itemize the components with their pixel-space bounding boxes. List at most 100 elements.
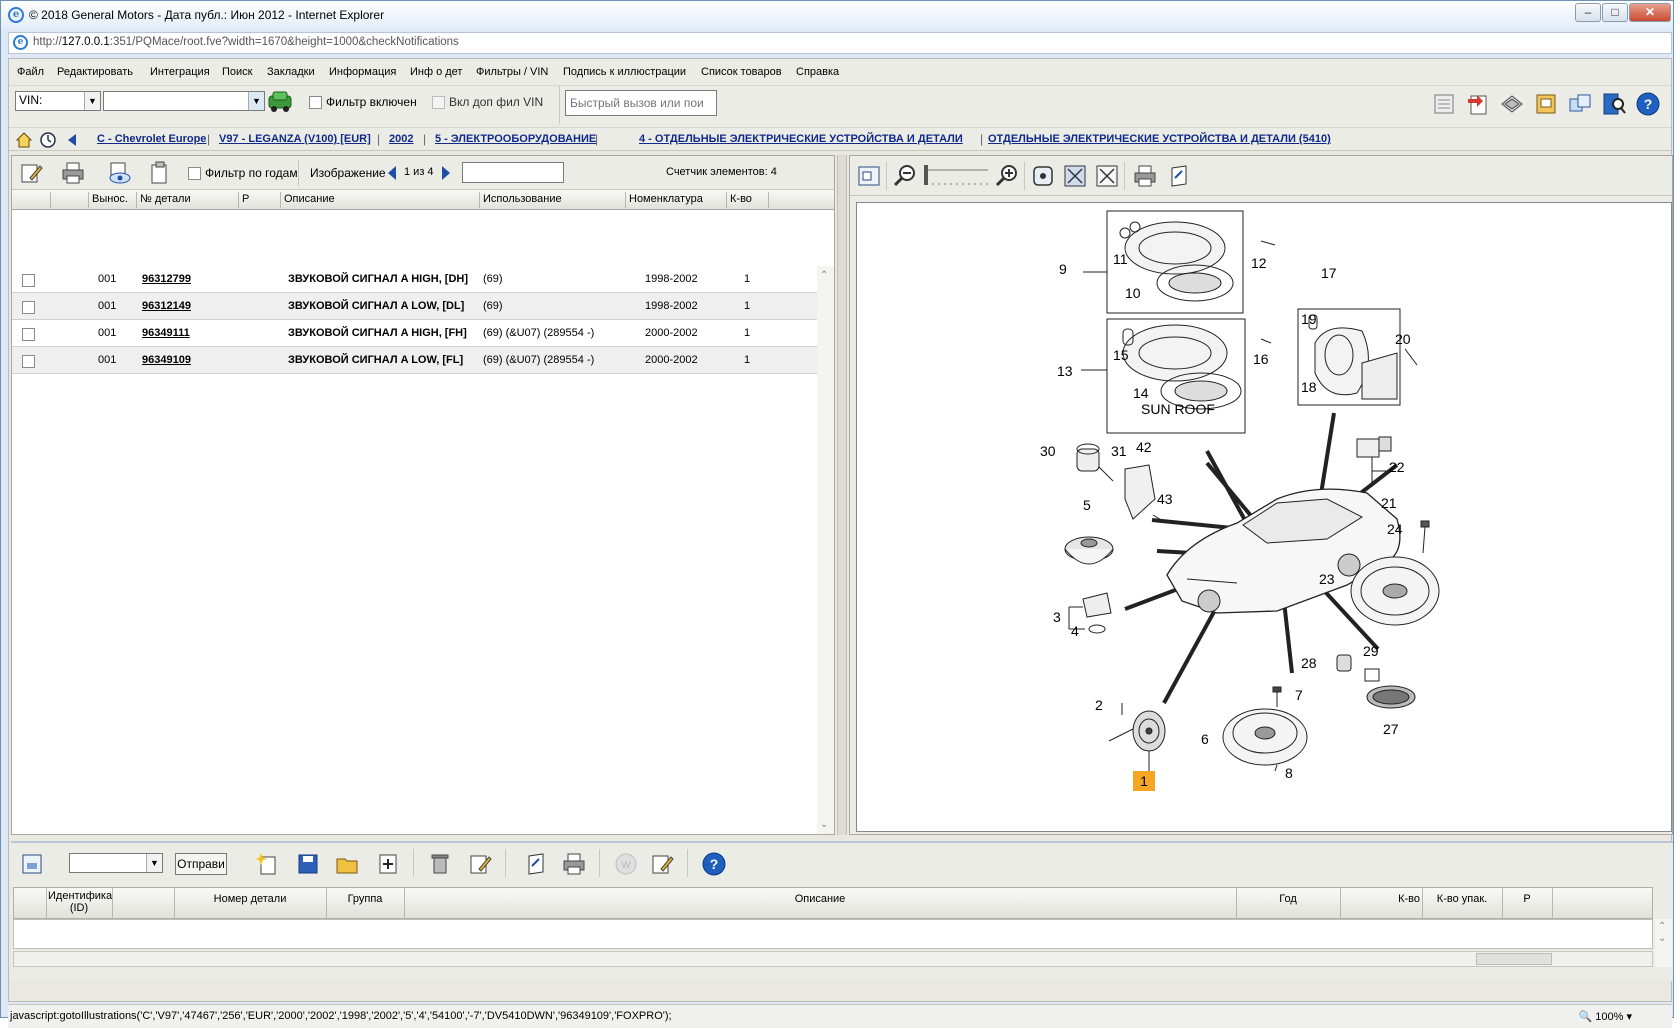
row-part-number-link[interactable]: 96349109 [142,354,191,366]
table-row[interactable]: 001 96312149 ЗВУКОВОЙ СИГНАЛ A LOW, [DL]… [12,293,822,320]
menu-integration[interactable]: Интеграция [150,66,210,78]
col-qty[interactable]: К-во [1342,893,1420,905]
breadcrumb-group[interactable]: 5 - ЭЛЕКТРООБОРУДОВАНИЕ [435,133,596,145]
vin-select[interactable]: VIN: ▼ [15,91,101,111]
callout-19[interactable]: 19 [1301,311,1317,327]
send-button[interactable]: Отправи [175,853,227,875]
edit-note-icon[interactable] [18,160,44,186]
note-icon[interactable] [523,851,549,877]
col-part-number[interactable]: № детали [140,193,191,205]
print-illustration-icon[interactable] [1132,163,1158,189]
callout-18[interactable]: 18 [1301,379,1317,395]
callout-6[interactable]: 6 [1201,731,1209,747]
vin-filter-checkbox[interactable] [432,96,445,109]
callout-28[interactable]: 28 [1301,655,1317,671]
order-vertical-scrollbar[interactable]: ⌃ ⌄ [1655,919,1672,967]
pane-splitter[interactable] [837,155,847,835]
delete-trash-icon[interactable] [427,851,453,877]
fit-all-icon[interactable] [1030,163,1056,189]
menu-illustration-caption[interactable]: Подпись к иллюстрации [563,66,686,78]
close-button[interactable]: ✕ [1629,3,1671,22]
callout-27[interactable]: 27 [1383,721,1399,737]
callout-24[interactable]: 24 [1387,521,1403,537]
quick-call-input[interactable] [565,90,717,116]
next-image-icon[interactable] [440,165,452,181]
scroll-up-icon[interactable]: ⌃ [820,270,828,281]
vin-input[interactable]: ▼ [103,91,265,111]
callout-4[interactable]: 4 [1071,623,1079,639]
callout-13[interactable]: 13 [1057,363,1073,379]
callout-23[interactable]: 23 [1319,571,1335,587]
clipboard-icon[interactable] [146,160,172,186]
callout-2[interactable]: 2 [1095,697,1103,713]
fit-height-icon[interactable] [1094,163,1120,189]
callout-15[interactable]: 15 [1113,347,1129,363]
callout-8[interactable]: 8 [1285,765,1293,781]
scrollbar-thumb[interactable] [1476,953,1552,965]
callout-11[interactable]: 11 [1113,251,1128,267]
open-folder-icon[interactable] [335,851,361,877]
save-icon[interactable] [295,851,321,877]
menu-goods-list[interactable]: Список товаров [701,66,782,78]
breadcrumb-subgroup[interactable]: 4 - ОТДЕЛЬНЫЕ ЭЛЕКТРИЧЕСКИЕ УСТРОЙСТВА И… [639,133,963,145]
col-p[interactable]: Р [1504,893,1550,905]
col-callout[interactable]: Вынос. [92,193,128,205]
fit-window-icon[interactable] [856,163,882,189]
col-year[interactable]: Год [1238,893,1338,905]
image-goto-input[interactable] [462,162,564,183]
print-preview-icon[interactable] [106,160,132,186]
row-checkbox[interactable] [22,328,35,341]
breadcrumb-brand[interactable]: C - Chevrolet Europe [97,133,206,145]
scroll-down-icon[interactable]: ⌄ [1658,933,1666,944]
zoom-slider[interactable] [922,164,992,190]
year-filter-checkbox[interactable] [188,167,201,180]
col-pack-qty[interactable]: К-во упак. [1424,893,1500,905]
edit-list-icon[interactable] [467,851,493,877]
row-part-number-link[interactable]: 96312149 [142,300,191,312]
callout-3[interactable]: 3 [1053,609,1061,625]
callout-29[interactable]: 29 [1363,643,1379,659]
address-bar[interactable]: e http://127.0.0.1:351/PQMace/root.fve?w… [8,32,1672,54]
book-search-icon[interactable] [1601,91,1627,117]
callout-31[interactable]: 31 [1111,443,1127,459]
menu-help[interactable]: Справка [796,66,839,78]
breadcrumb-model[interactable]: V97 - LEGANZA (V100) [EUR] [219,133,371,145]
col-part-number[interactable]: Номер детали [176,893,324,905]
callout-14[interactable]: 14 [1133,385,1149,401]
minimize-button[interactable]: – [1575,3,1601,22]
col-p[interactable]: Р [242,193,249,205]
help-icon[interactable]: ? [701,851,727,877]
maximize-button[interactable]: □ [1602,3,1628,22]
table-row[interactable]: 001 96349111 ЗВУКОВОЙ СИГНАЛ A HIGH, [FH… [12,320,822,347]
order-horizontal-scrollbar[interactable] [13,951,1653,967]
callout-1-highlighted[interactable]: 1 [1133,771,1155,791]
catalog-list-icon[interactable] [1431,91,1457,117]
copy-windows-icon[interactable] [1567,91,1593,117]
menu-search[interactable]: Поиск [222,66,252,78]
filter-enabled-checkbox[interactable] [309,96,322,109]
home-icon[interactable] [15,131,33,149]
callout-7[interactable]: 7 [1295,687,1303,703]
table-row[interactable]: 001 96349109 ЗВУКОВОЙ СИГНАЛ A LOW, [FL]… [12,347,822,374]
col-description[interactable]: Описание [284,193,335,205]
history-clock-icon[interactable] [39,131,57,149]
panel-toggle-icon[interactable] [19,851,45,877]
callout-17[interactable]: 17 [1321,265,1337,281]
breadcrumb-section[interactable]: ОТДЕЛЬНЫЕ ЭЛЕКТРИЧЕСКИЕ УСТРОЙСТВА И ДЕТ… [988,133,1331,145]
new-list-icon[interactable] [255,851,281,877]
menu-file[interactable]: Файл [17,66,44,78]
menu-information[interactable]: Информация [329,66,396,78]
help-icon[interactable]: ? [1635,91,1661,117]
back-arrow-icon[interactable] [65,132,79,148]
callout-16[interactable]: 16 [1253,351,1269,367]
callout-30[interactable]: 30 [1040,443,1056,459]
parts-illustration[interactable]: 9 11 10 12 17 19 20 18 13 15 16 14 SUN R… [856,202,1672,832]
zoom-level[interactable]: 🔍 100% ▾ [1579,1010,1632,1023]
col-id[interactable]: Идентифика (ID) [48,890,112,914]
notebook-icon[interactable] [1533,91,1559,117]
callout-12[interactable]: 12 [1251,255,1267,271]
print-list-icon[interactable] [561,851,587,877]
callout-22[interactable]: 22 [1389,459,1405,475]
row-part-number-link[interactable]: 96349111 [142,327,190,339]
fit-width-icon[interactable] [1062,163,1088,189]
